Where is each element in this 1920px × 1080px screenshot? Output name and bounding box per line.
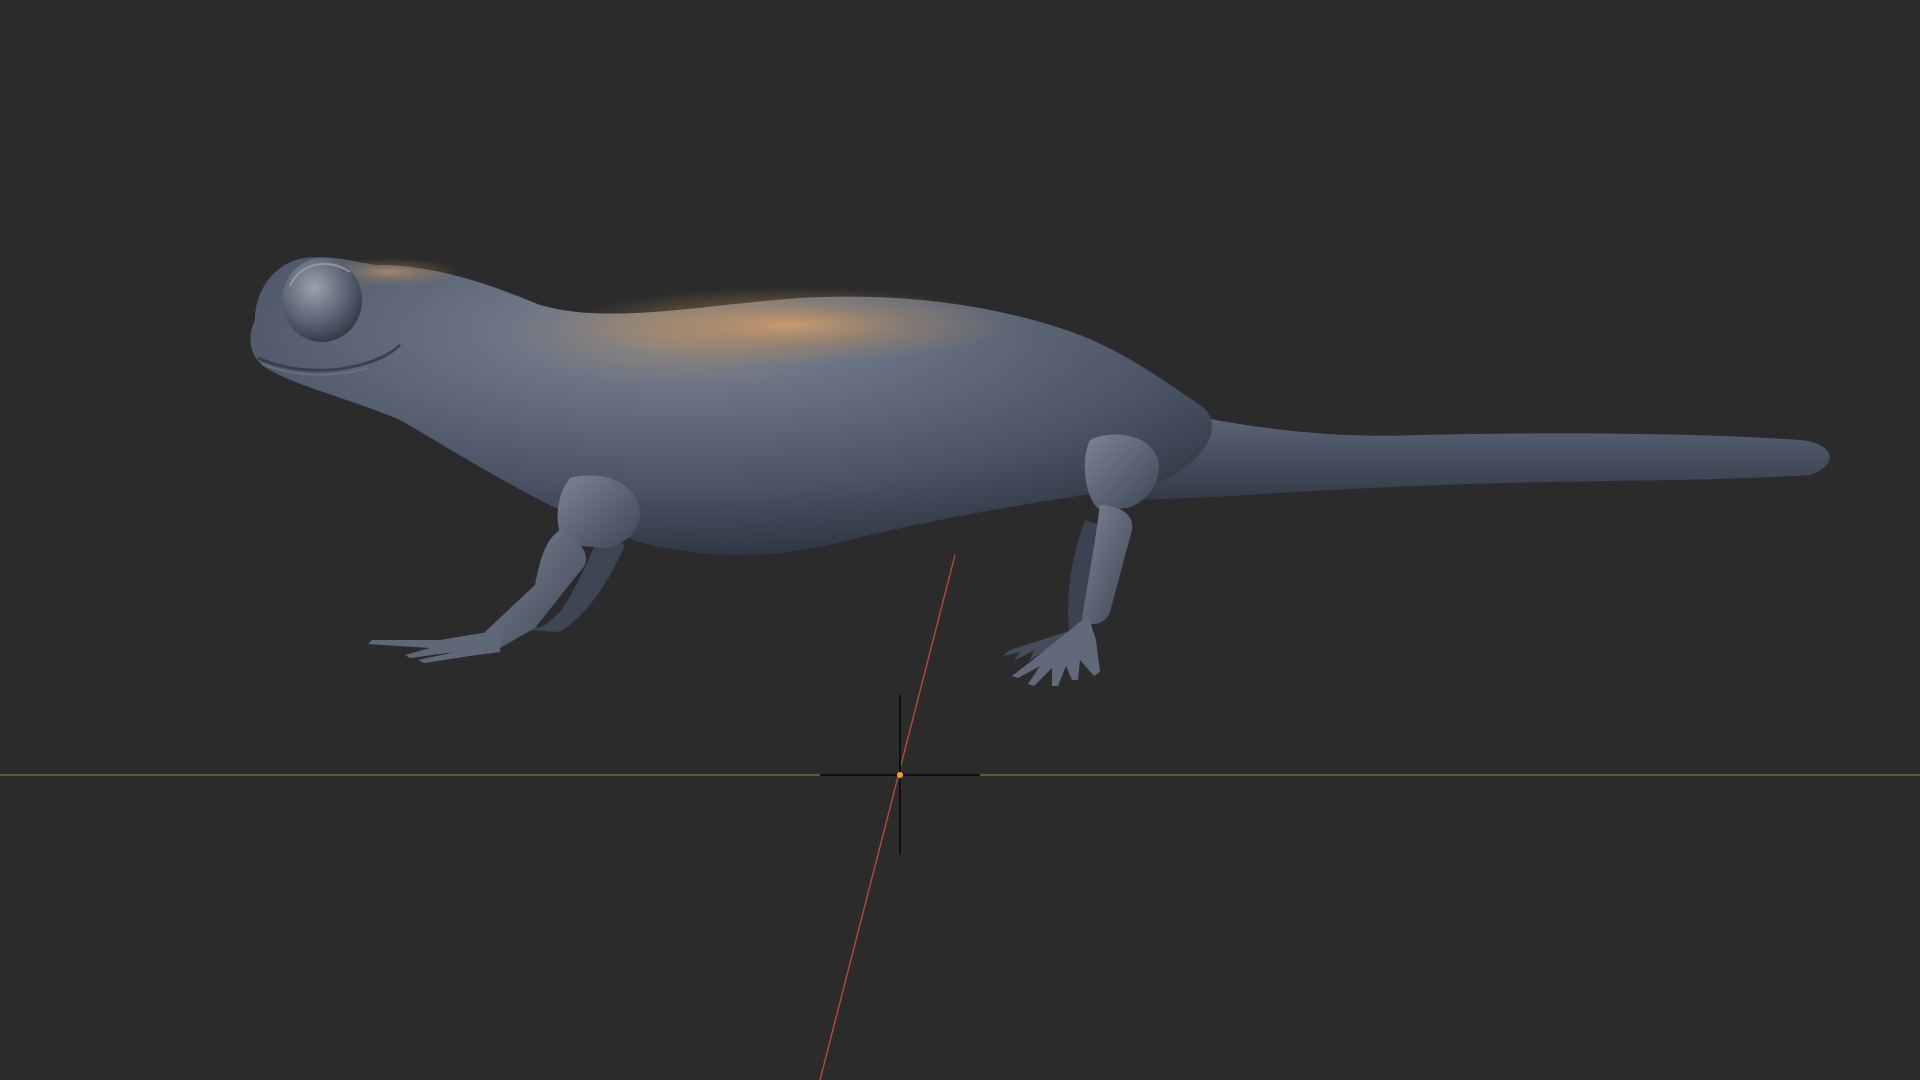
back-highlight [570,287,1010,363]
3d-viewport[interactable] [0,0,1920,1080]
salamander-model[interactable] [250,257,1830,686]
salamander-eye [282,258,362,342]
grid-y-axis [819,554,956,1080]
3d-cursor[interactable] [820,695,980,855]
viewport-canvas[interactable] [0,0,1920,1080]
